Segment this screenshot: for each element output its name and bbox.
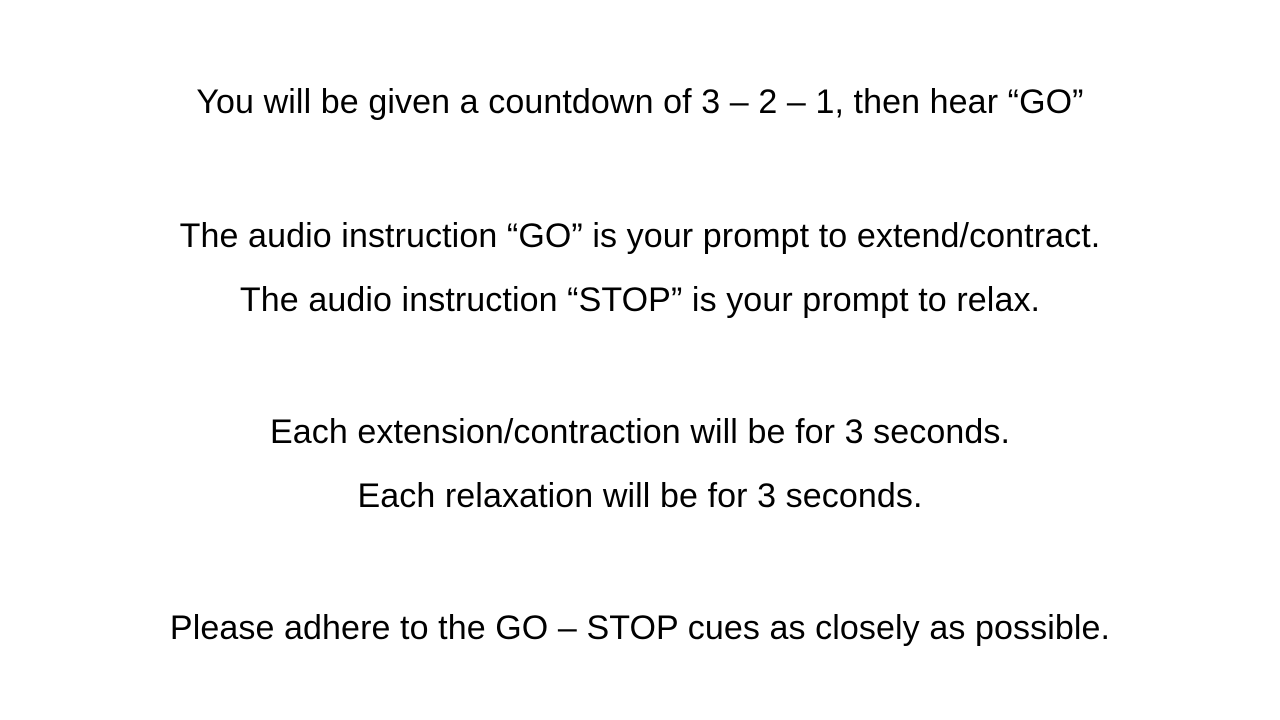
adherence-request: Please adhere to the GO – STOP cues as c… xyxy=(169,609,1111,647)
go-instruction: The audio instruction “GO” is your promp… xyxy=(179,217,1101,255)
stop-instruction: The audio instruction “STOP” is your pro… xyxy=(239,281,1041,319)
countdown-instruction: You will be given a countdown of 3 – 2 –… xyxy=(196,83,1084,121)
relaxation-duration-note: Each relaxation will be for 3 seconds. xyxy=(357,477,923,515)
instruction-slide: You will be given a countdown of 3 – 2 –… xyxy=(0,0,1280,720)
contraction-duration-note: Each extension/contraction will be for 3… xyxy=(269,413,1011,451)
